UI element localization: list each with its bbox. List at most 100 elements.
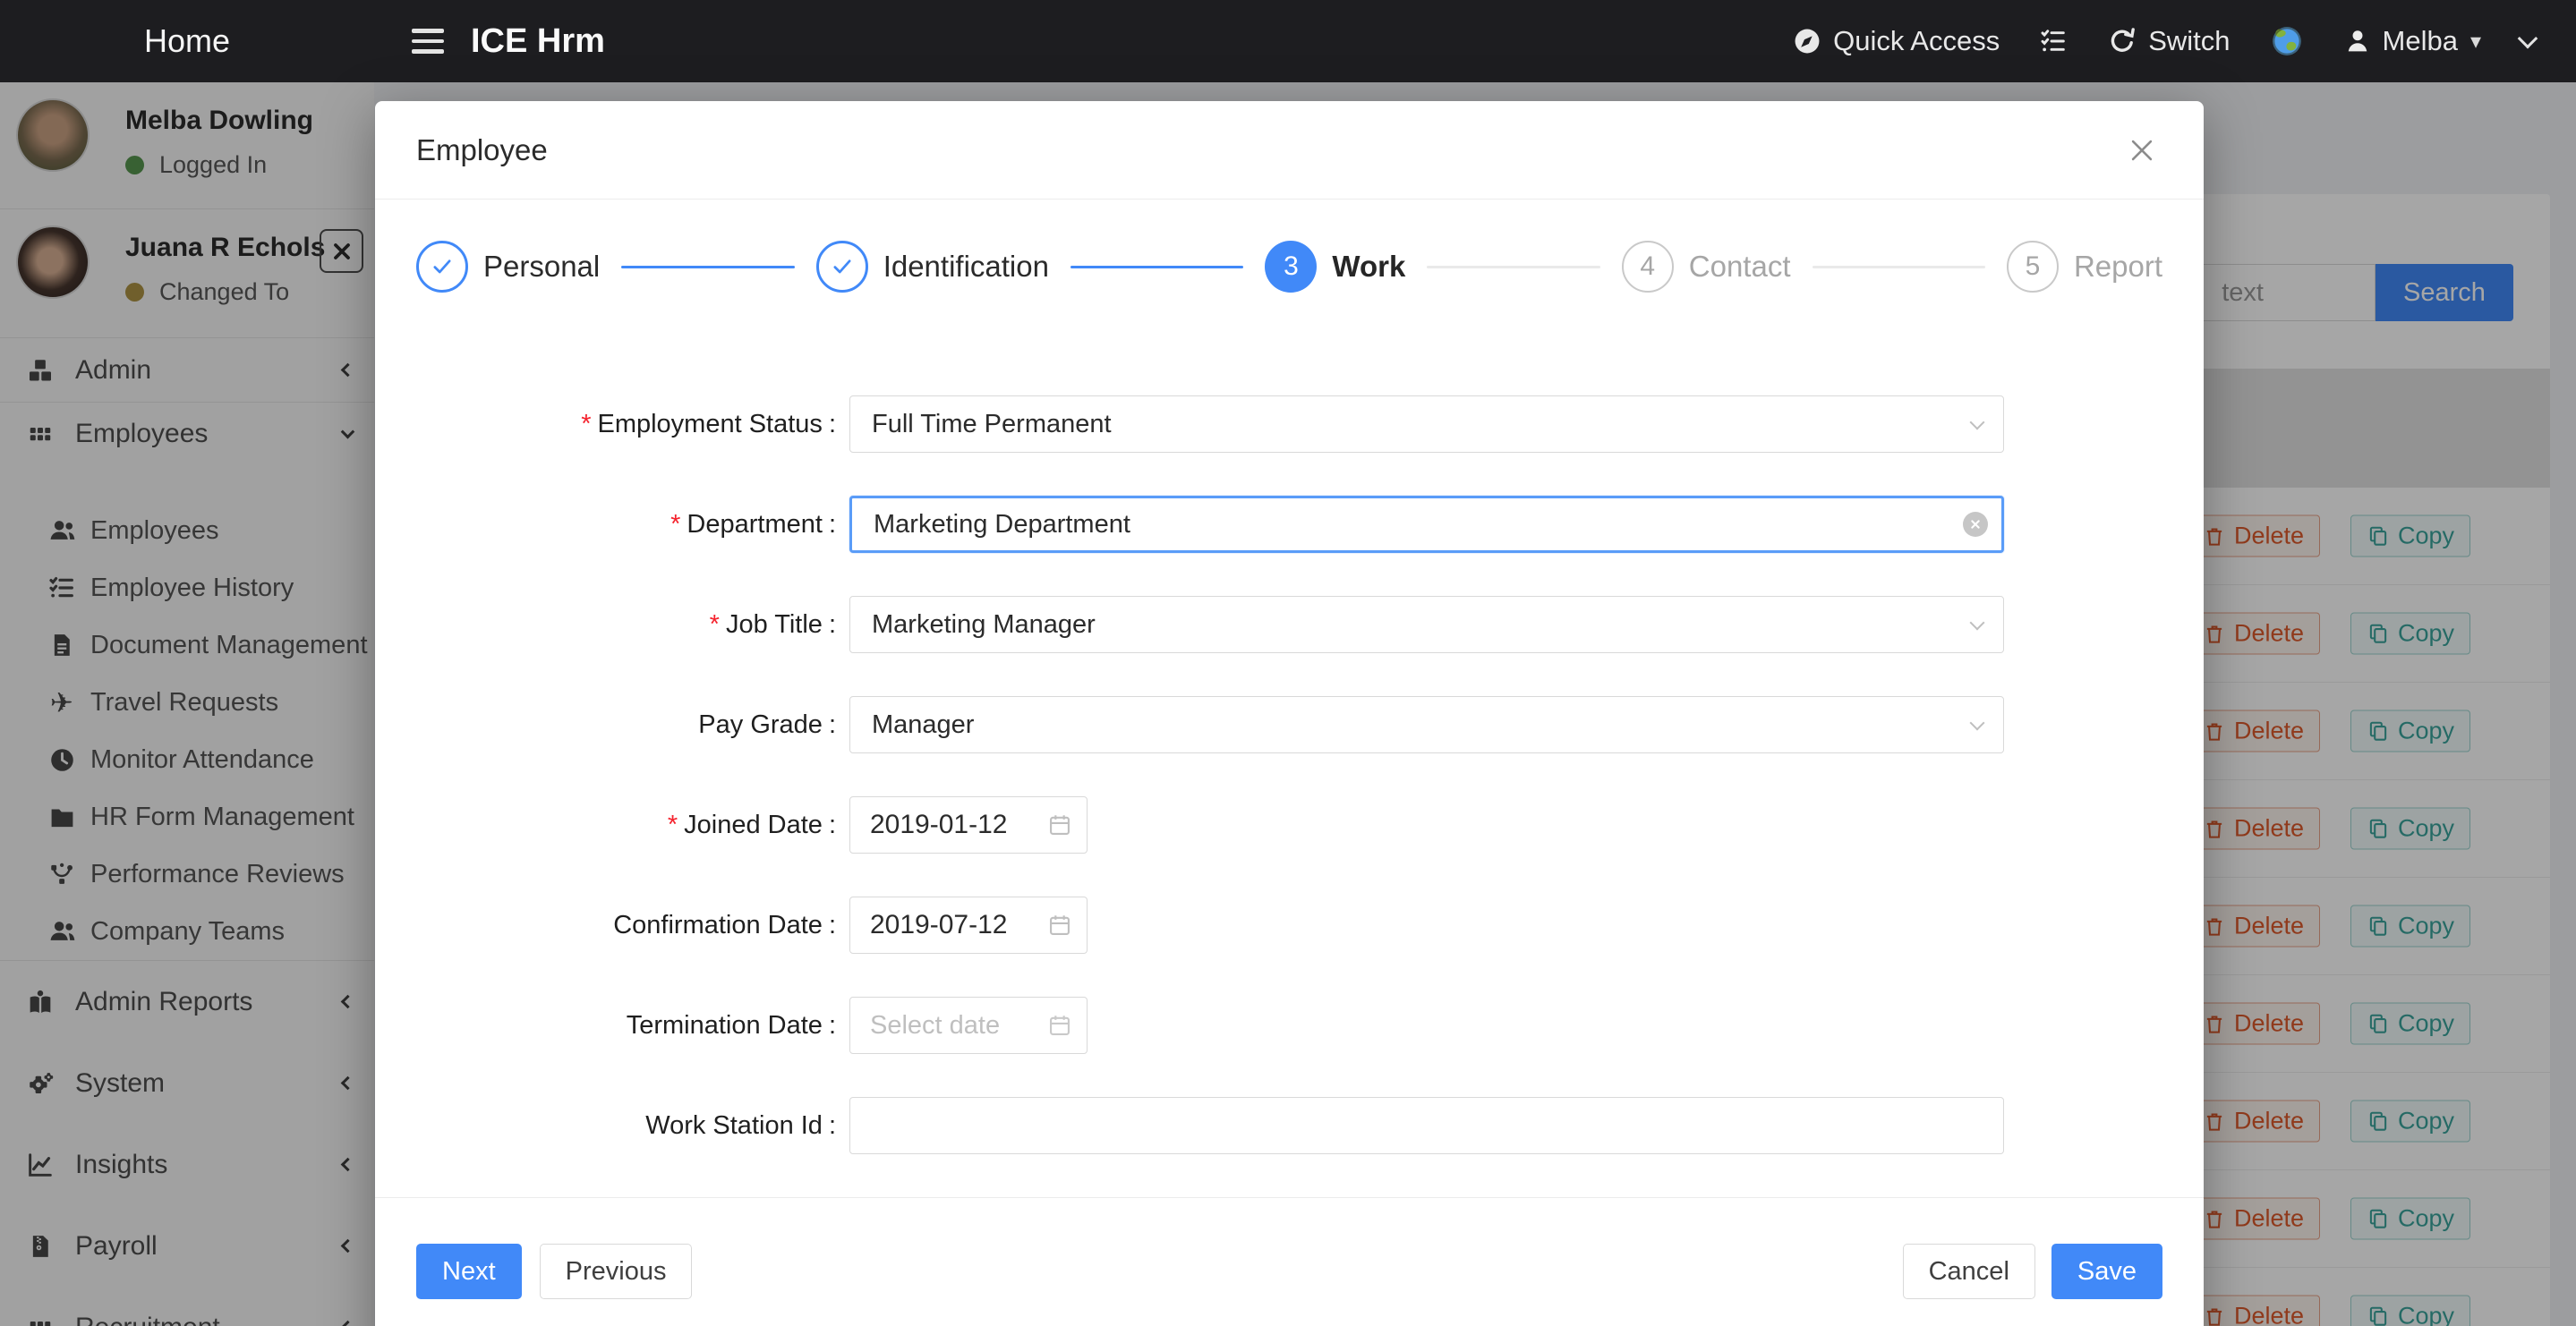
save-button[interactable]: Save [2051, 1244, 2162, 1299]
colon: : [829, 510, 836, 539]
cancel-button[interactable]: Cancel [1903, 1244, 2035, 1299]
caret-down-icon: ▾ [2470, 29, 2481, 55]
form-row-work-station-id: *Work Station Id: [416, 1097, 2162, 1154]
calendar-icon [1047, 1013, 1072, 1038]
colon: : [829, 1011, 836, 1040]
close-icon [2127, 135, 2157, 166]
page: Home ICE Hrm Quick Access [0, 0, 2576, 1326]
compass-icon [1792, 26, 1822, 56]
step-number-circle: 5 [2007, 241, 2059, 293]
globe-icon [2270, 24, 2304, 58]
user-icon [2343, 27, 2372, 55]
step-contact[interactable]: 4 Contact [1622, 241, 1791, 293]
form-row-department: *Department: Marketing Department [416, 496, 2162, 553]
step-connector [1070, 266, 1243, 268]
modal-header: Employee [375, 101, 2204, 200]
tasks-button[interactable] [2039, 27, 2068, 55]
step-number: 5 [2026, 251, 2041, 282]
quick-access-label: Quick Access [1833, 25, 2000, 57]
step-number-circle: 3 [1265, 241, 1317, 293]
form-row-pay-grade: *Pay Grade: Manager [416, 696, 2162, 753]
colon: : [829, 911, 836, 939]
step-personal[interactable]: Personal [416, 241, 600, 293]
task-list-icon [2039, 27, 2068, 55]
form-row-employment-status: *Employment Status: Full Time Permanent [416, 395, 2162, 453]
job-title-select[interactable]: Marketing Manager [849, 596, 2004, 653]
field-label: Confirmation Date [613, 911, 823, 939]
date-placeholder: Select date [870, 1011, 1000, 1041]
date-value: 2019-07-12 [870, 910, 1007, 940]
colon: : [829, 811, 836, 839]
required-marker: * [710, 610, 720, 639]
previous-button[interactable]: Previous [540, 1244, 693, 1299]
colon: : [829, 610, 836, 639]
select-value: Manager [872, 710, 974, 740]
clear-icon[interactable] [1963, 512, 1988, 537]
pay-grade-select[interactable]: Manager [849, 696, 2004, 753]
employee-modal: Employee Personal Identification 3 [375, 101, 2204, 1326]
collapse-navbar-button[interactable] [2521, 34, 2535, 48]
close-modal-button[interactable] [2121, 130, 2162, 171]
form-row-termination-date: *Termination Date: Select date [416, 997, 2162, 1054]
step-label: Contact [1689, 250, 1791, 284]
step-connector [1813, 266, 1985, 268]
field-label: Termination Date [627, 1011, 823, 1040]
form-row-confirmation-date: *Confirmation Date: 2019-07-12 [416, 897, 2162, 954]
colon: : [829, 1111, 836, 1140]
switch-label: Switch [2148, 25, 2230, 57]
step-check-circle [416, 241, 468, 293]
next-button[interactable]: Next [416, 1244, 522, 1299]
switch-icon [2107, 26, 2137, 56]
modal-footer: Next Previous Cancel Save [375, 1197, 2204, 1299]
calendar-icon [1047, 812, 1072, 837]
app-title: ICE Hrm [471, 22, 605, 61]
termination-date-input[interactable]: Select date [849, 997, 1088, 1054]
step-label: Report [2074, 250, 2162, 284]
user-name-label: Melba [2383, 25, 2458, 57]
field-label: Work Station Id [645, 1111, 823, 1140]
step-number: 3 [1284, 251, 1299, 282]
switch-button[interactable]: Switch [2107, 25, 2230, 57]
steps-wizard: Personal Identification 3 Work 4 Contact [375, 200, 2204, 316]
step-connector [621, 266, 794, 268]
step-identification[interactable]: Identification [816, 241, 1049, 293]
step-label: Identification [883, 250, 1049, 284]
calendar-icon [1047, 913, 1072, 938]
step-work[interactable]: 3 Work [1265, 241, 1405, 293]
language-globe-button[interactable] [2270, 24, 2304, 58]
work-station-id-input[interactable] [849, 1097, 2004, 1154]
step-label: Work [1332, 250, 1405, 284]
user-menu[interactable]: Melba ▾ [2343, 25, 2481, 57]
department-select[interactable]: Marketing Department [849, 496, 2004, 553]
required-marker: * [668, 811, 678, 839]
field-label: Joined Date [684, 811, 823, 839]
select-value: Marketing Department [874, 510, 1130, 540]
step-connector [1427, 266, 1599, 268]
home-nav[interactable]: Home [0, 22, 374, 60]
field-label: Department [687, 510, 823, 539]
chevron-down-icon [2518, 29, 2538, 49]
quick-access-button[interactable]: Quick Access [1792, 25, 2000, 57]
joined-date-input[interactable]: 2019-01-12 [849, 796, 1088, 854]
step-label: Personal [483, 250, 600, 284]
date-value: 2019-01-12 [870, 810, 1007, 840]
work-form: *Employment Status: Full Time Permanent … [375, 395, 2204, 1154]
required-marker: * [581, 410, 591, 438]
select-value: Full Time Permanent [872, 410, 1112, 439]
colon: : [829, 710, 836, 739]
required-marker: * [670, 510, 680, 539]
employment-status-select[interactable]: Full Time Permanent [849, 395, 2004, 453]
navbar-left: Home ICE Hrm [0, 22, 605, 61]
field-label: Pay Grade [698, 710, 823, 739]
step-report[interactable]: 5 Report [2007, 241, 2162, 293]
step-check-circle [816, 241, 868, 293]
form-row-joined-date: *Joined Date: 2019-01-12 [416, 796, 2162, 854]
field-label: Employment Status [597, 410, 822, 438]
colon: : [829, 410, 836, 438]
confirmation-date-input[interactable]: 2019-07-12 [849, 897, 1088, 954]
form-row-job-title: *Job Title: Marketing Manager [416, 596, 2162, 653]
select-value: Marketing Manager [872, 610, 1096, 640]
hamburger-menu-icon[interactable] [412, 29, 444, 54]
navbar-right: Quick Access Switch [1792, 24, 2576, 58]
top-navbar: Home ICE Hrm Quick Access [0, 0, 2576, 82]
